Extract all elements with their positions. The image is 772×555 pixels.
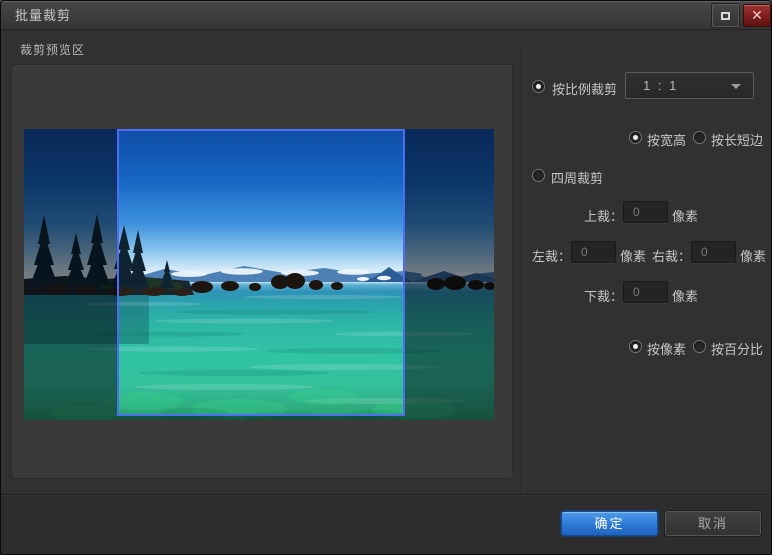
- crop-left-unit: 像素: [620, 246, 646, 265]
- title-bar[interactable]: 批量裁剪 ✕: [1, 1, 771, 30]
- crop-right-unit: 像素: [740, 246, 766, 265]
- maximize-button[interactable]: [712, 4, 739, 27]
- around-crop-radio[interactable]: [532, 169, 545, 182]
- ratio-crop-label[interactable]: 按比例裁剪: [552, 79, 617, 98]
- preview-area-label: 裁剪预览区: [20, 41, 85, 58]
- by-width-height-label[interactable]: 按宽高: [647, 130, 686, 149]
- close-button[interactable]: ✕: [743, 4, 771, 27]
- crop-top-unit: 像素: [672, 206, 698, 225]
- by-pixel-radio[interactable]: [629, 340, 642, 353]
- crop-top-label: 上裁：: [584, 206, 623, 225]
- crop-bottom-input[interactable]: [623, 281, 668, 303]
- crop-right-input[interactable]: [691, 241, 736, 263]
- crop-top-input[interactable]: [623, 201, 668, 223]
- by-width-height-radio[interactable]: [629, 131, 642, 144]
- around-crop-label[interactable]: 四周裁剪: [551, 168, 603, 187]
- by-long-short-label[interactable]: 按长短边: [711, 130, 763, 149]
- close-icon: ✕: [751, 7, 763, 24]
- crop-left-input[interactable]: [571, 241, 616, 263]
- maximize-icon: [721, 12, 730, 20]
- ok-button[interactable]: 确定: [561, 511, 658, 536]
- crop-left-label: 左裁：: [532, 246, 571, 265]
- cancel-button[interactable]: 取消: [665, 511, 761, 536]
- by-percent-label[interactable]: 按百分比: [711, 339, 763, 358]
- preview-photo: [24, 129, 494, 420]
- ratio-crop-radio[interactable]: [532, 80, 545, 93]
- ratio-select-value: 1 : 1: [643, 78, 678, 93]
- window-title: 批量裁剪: [15, 1, 71, 30]
- crop-bottom-unit: 像素: [672, 286, 698, 305]
- crop-selection-rect[interactable]: [117, 129, 405, 416]
- by-long-short-radio[interactable]: [693, 131, 706, 144]
- ratio-select[interactable]: 1 : 1: [625, 72, 754, 99]
- by-pixel-label[interactable]: 按像素: [647, 339, 686, 358]
- footer-separator: [1, 494, 771, 495]
- panel-divider: [521, 45, 522, 494]
- crop-preview-panel: [11, 64, 513, 479]
- chevron-down-icon: [731, 84, 741, 89]
- crop-right-label: 右裁：: [652, 246, 691, 265]
- by-percent-radio[interactable]: [693, 340, 706, 353]
- batch-crop-dialog: 批量裁剪 ✕ 裁剪预览区: [0, 0, 772, 555]
- crop-bottom-label: 下裁：: [584, 286, 623, 305]
